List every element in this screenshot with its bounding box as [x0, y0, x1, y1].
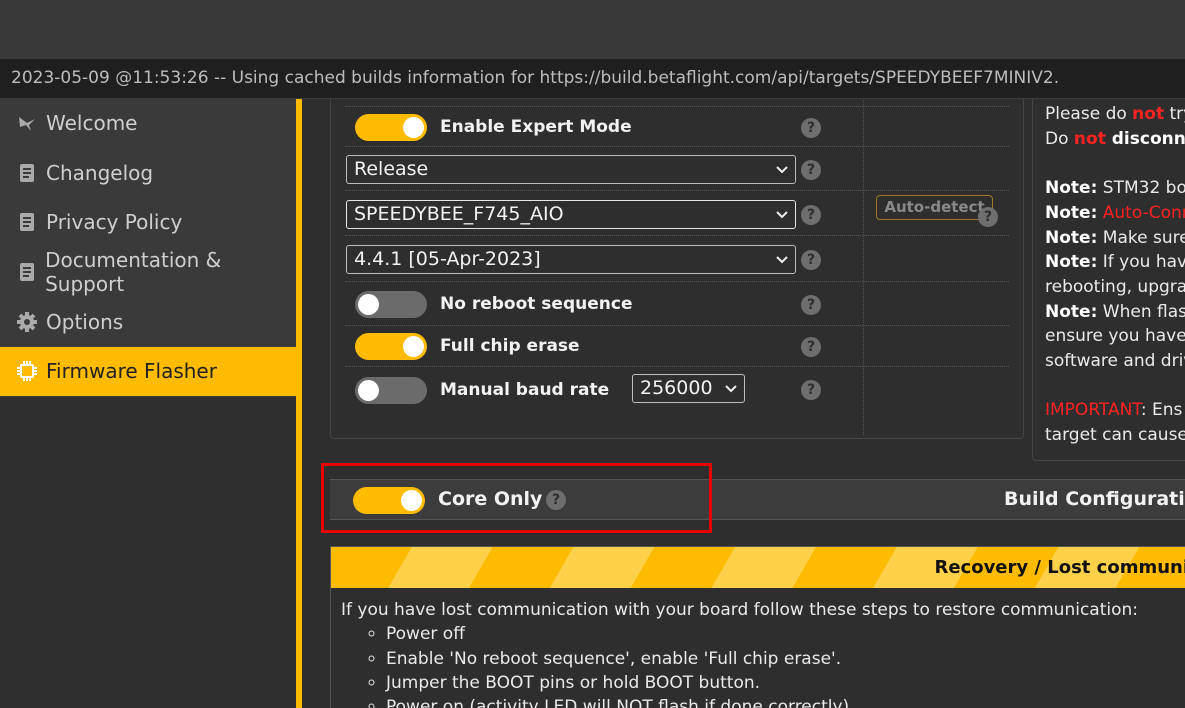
no-reboot-toggle[interactable]	[355, 291, 427, 318]
note-text-red: not	[1132, 104, 1165, 124]
sidebar-item-label: Options	[46, 309, 124, 334]
options-box: Enable Expert Mode ? Release ? SPEEDYBEE…	[330, 99, 1024, 439]
welcome-icon	[16, 112, 38, 134]
list-item: Power on (activity LED will NOT flash if…	[386, 695, 1185, 708]
full-chip-erase-toggle[interactable]	[355, 333, 427, 360]
note-text-red: Auto-Conn	[1097, 202, 1185, 223]
note-text: STM32 boo	[1102, 178, 1185, 199]
sidebar-item-documentation[interactable]: Documentation & Support	[0, 247, 296, 298]
version-select[interactable]: 4.4.1 [05-Apr-2023]	[346, 245, 796, 274]
note-text: If you have	[1102, 252, 1185, 273]
log-bar: 2023-05-09 @11:53:26 -- Using cached bui…	[0, 59, 1185, 99]
note-text: target can cause	[1045, 425, 1185, 446]
recovery-header: Recovery / Lost communi	[331, 547, 1185, 588]
options-row-divider	[345, 146, 1009, 147]
note-label: Note:	[1045, 252, 1098, 273]
expert-mode-toggle[interactable]	[355, 114, 427, 141]
note-text: try	[1169, 104, 1185, 124]
important-label: IMPORTANT	[1045, 400, 1141, 421]
gear-icon	[16, 311, 38, 333]
sidebar-item-options[interactable]: Options	[0, 297, 296, 347]
help-icon[interactable]: ?	[801, 380, 821, 400]
expert-mode-label: Enable Expert Mode	[440, 117, 632, 137]
list-item: Enable 'No reboot sequence', enable 'Ful…	[386, 647, 1185, 671]
options-row-divider	[345, 235, 1009, 236]
release-select-value: Release	[354, 158, 429, 180]
sidebar: Welcome Changelog Privacy Policy Documen…	[0, 99, 296, 708]
sidebar-item-firmware-flasher[interactable]: Firmware Flasher	[0, 346, 296, 397]
sidebar-item-label: Privacy Policy	[46, 210, 183, 235]
note-text: Do	[1045, 128, 1074, 149]
note-text: When flash	[1102, 301, 1185, 322]
note-text: Make sure	[1097, 227, 1185, 248]
chevron-down-icon	[776, 256, 788, 264]
options-row-divider	[345, 190, 1009, 191]
warning-notes: Please do not try Do not disconne Note: …	[1032, 99, 1185, 461]
note-label: Note:	[1045, 301, 1098, 322]
options-row-top	[345, 106, 1009, 107]
documentation-icon	[16, 261, 37, 283]
sidebar-item-privacy-policy[interactable]: Privacy Policy	[0, 198, 296, 248]
note-text: software and driv	[1045, 351, 1185, 372]
release-select[interactable]: Release	[346, 155, 796, 184]
changelog-icon	[16, 162, 38, 184]
version-select-value: 4.4.1 [05-Apr-2023]	[354, 248, 541, 270]
no-reboot-label: No reboot sequence	[440, 294, 633, 314]
target-select-value: SPEEDYBEE_F745_AIO	[354, 203, 564, 225]
note-text-red: not	[1073, 128, 1106, 149]
help-icon[interactable]: ?	[801, 250, 821, 270]
column-divider	[863, 100, 864, 435]
manual-baud-label: Manual baud rate	[440, 380, 610, 400]
note-text: : Ens	[1140, 400, 1183, 421]
top-bar	[0, 0, 1185, 59]
highlight-box	[321, 463, 712, 533]
list-item: Power off	[386, 622, 1185, 646]
chip-icon	[16, 360, 38, 382]
note-text: Please do	[1045, 104, 1133, 124]
target-select[interactable]: SPEEDYBEE_F745_AIO	[346, 200, 796, 229]
recovery-section: Recovery / Lost communi If you have lost…	[330, 546, 1185, 708]
note-text: disconne	[1111, 128, 1185, 149]
baud-rate-value: 256000	[640, 377, 713, 399]
build-configuration-title: Build Configuration	[1004, 488, 1185, 510]
help-icon[interactable]: ?	[978, 207, 998, 227]
note-label: Note:	[1045, 202, 1098, 223]
full-chip-erase-label: Full chip erase	[440, 336, 580, 356]
chevron-down-icon	[776, 166, 788, 174]
manual-baud-toggle[interactable]	[355, 377, 427, 404]
recovery-intro: If you have lost communication with your…	[341, 600, 1139, 620]
privacy-icon	[16, 211, 38, 233]
options-row-divider	[345, 366, 1009, 367]
note-text: rebooting, upgra	[1045, 276, 1185, 297]
recovery-steps: Power off Enable 'No reboot sequence', e…	[386, 622, 1185, 708]
baud-rate-select[interactable]: 256000	[632, 374, 745, 403]
chevron-down-icon	[776, 211, 788, 219]
help-icon[interactable]: ?	[801, 160, 821, 180]
sidebar-item-label: Changelog	[46, 160, 154, 185]
recovery-body: If you have lost communication with your…	[331, 588, 1185, 708]
help-icon[interactable]: ?	[801, 295, 821, 315]
auto-detect-button[interactable]: Auto-detect	[876, 195, 993, 220]
sidebar-item-label: Welcome	[46, 111, 138, 136]
sidebar-item-label: Documentation & Support	[45, 248, 222, 297]
help-icon[interactable]: ?	[801, 337, 821, 357]
sidebar-item-changelog[interactable]: Changelog	[0, 148, 296, 199]
chevron-down-icon	[725, 385, 737, 393]
help-icon[interactable]: ?	[801, 118, 821, 138]
note-label: Note:	[1045, 227, 1098, 248]
help-icon[interactable]: ?	[801, 205, 821, 225]
firmware-flasher-panel: Enable Expert Mode ? Release ? SPEEDYBEE…	[302, 99, 1185, 708]
options-row-divider	[345, 325, 1009, 326]
options-row-divider	[345, 281, 1009, 282]
note-text: ensure you have	[1045, 326, 1185, 347]
sidebar-item-welcome[interactable]: Welcome	[0, 99, 296, 149]
recovery-title: Recovery / Lost communi	[934, 557, 1185, 578]
note-label: Note:	[1045, 178, 1098, 199]
list-item: Jumper the BOOT pins or hold BOOT button…	[386, 671, 1185, 695]
sidebar-item-label: Firmware Flasher	[46, 359, 217, 384]
